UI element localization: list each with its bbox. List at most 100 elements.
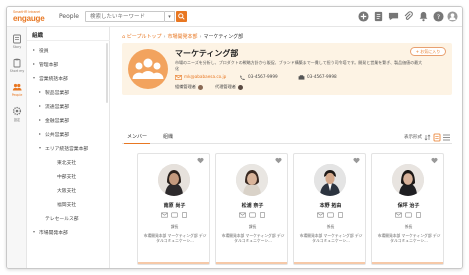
member-card[interactable]: 松浦 奈子 課長 市場開発本部 マーケティング部 デジタルコミュニケーシ... [215, 153, 288, 265]
phone-icon[interactable] [182, 212, 187, 218]
deputy-manager[interactable]: 代理管理者 [215, 84, 243, 90]
chat-icon[interactable] [249, 212, 256, 218]
team-icon [132, 58, 164, 79]
attachment-icon[interactable] [403, 11, 414, 22]
phone-icon [240, 74, 245, 80]
tree-item-label: テレセールス部 [45, 217, 79, 222]
sort-icon[interactable] [424, 134, 431, 141]
member-name: 松浦 奈子 [241, 203, 264, 209]
member-name: 南原 尚子 [163, 203, 186, 209]
grid-view-icon[interactable] [433, 133, 441, 142]
add-icon[interactable] [358, 11, 369, 22]
tree-item-label: 営業統括本部 [39, 77, 68, 82]
tree-item[interactable]: ▸ 公共営業部 [27, 127, 110, 141]
search-button[interactable] [176, 11, 187, 22]
mail-icon[interactable] [239, 212, 246, 218]
manager[interactable]: 組織管理者 [175, 84, 203, 90]
gear-icon [12, 106, 22, 116]
rail-item-story[interactable]: Story [7, 31, 27, 55]
tree-item-label: 福岡支社 [57, 203, 77, 208]
tree-item[interactable]: テレセールス部 [27, 211, 110, 225]
chat-icon[interactable] [405, 212, 412, 218]
member-department: 市場開発本部 マーケティング部 デジタルコミュニケーシ... [221, 233, 285, 243]
phone-icon[interactable] [338, 212, 343, 218]
card-accent [216, 262, 287, 264]
card-accent [138, 262, 209, 264]
rail-item-short-my[interactable]: Short my [7, 55, 27, 79]
tree-item[interactable]: 中部支社 [27, 169, 110, 183]
add-favorite-button[interactable]: + お気に入り [410, 47, 446, 56]
search-scope-label: People [59, 13, 79, 20]
tree-arrow: ▸ [33, 47, 36, 52]
avatar [392, 164, 424, 196]
mail-icon[interactable] [317, 212, 324, 218]
member-card[interactable]: 本野 拓由 係長 市場開発本部 マーケティング部 デジタルコミュニケーシ... [293, 153, 366, 265]
mail-icon[interactable] [395, 212, 402, 218]
tree-item[interactable]: ▸ 製品営業部 [27, 85, 110, 99]
tree-item[interactable]: ▾ 市場開発本部 [27, 225, 110, 239]
tree-item-label: 大阪支社 [57, 189, 77, 194]
people-icon [12, 83, 22, 91]
tree-item[interactable]: 東北支社 [27, 155, 110, 169]
tree-item[interactable]: 大阪支社 [27, 183, 110, 197]
chat-icon[interactable] [327, 212, 334, 218]
avatar-face [403, 173, 413, 185]
tree-item[interactable]: ▸ 管理本部 [27, 57, 110, 71]
tree-item[interactable]: ▾ エリア統括営業本部 [27, 141, 110, 155]
tab-organization[interactable]: 組織 [160, 133, 176, 144]
home-icon[interactable]: ⌂ [122, 34, 125, 40]
tree-item[interactable]: ▸ 金融営業部 [27, 113, 110, 127]
breadcrumb-parent[interactable]: 市場開発本部 [167, 34, 197, 40]
heart-icon[interactable] [431, 157, 438, 164]
member-department: 市場開発本部 マーケティング部 デジタルコミュニケーシ... [143, 233, 207, 243]
main-content: ⌂ ピープルトップ › 市場開発本部 › マーケティング部 マーケティング部 + お気に… [110, 27, 462, 268]
heart-icon[interactable] [353, 157, 360, 164]
card-accent [372, 262, 443, 264]
document-icon[interactable] [373, 11, 384, 22]
tree-item[interactable]: ▾ 営業統括本部 [27, 71, 110, 85]
avatar-face [169, 173, 179, 185]
top-bar: SmartHR Intranet engauge People ▾ ? [7, 7, 462, 27]
avatar [158, 164, 190, 196]
heart-icon[interactable] [197, 157, 204, 164]
avatar-face [325, 172, 335, 185]
view-toggle [424, 133, 450, 142]
department-fax: 03-4567-9998 [298, 74, 337, 80]
tree-item-label: エリア統括営業本部 [45, 147, 89, 152]
rail-item-people[interactable]: People [7, 79, 27, 103]
avatar [236, 164, 268, 196]
chat-icon[interactable] [388, 11, 399, 22]
org-tree: 組織 ▸ 役員 ▸ 管理本部 ▾ 営業統括本部 ▸ 製品営業部 ▸ 流通営業部 ▸ 金融営業… [27, 27, 110, 268]
card-accent [294, 262, 365, 264]
mail-icon[interactable] [161, 212, 168, 218]
tab-members[interactable]: メンバー [124, 133, 151, 144]
search-input[interactable] [85, 11, 165, 22]
tree-item[interactable]: ▸ 流通営業部 [27, 99, 110, 113]
tree-item-label: 東北支社 [57, 161, 77, 166]
heart-icon[interactable] [275, 157, 282, 164]
tree-item-label: 市場開発本部 [39, 231, 68, 236]
bell-icon[interactable] [418, 11, 429, 22]
clipboard-icon [13, 58, 21, 68]
contact-icons [395, 212, 421, 218]
department-email[interactable]: mk@ababaesa.co.jp [175, 74, 226, 80]
phone-icon[interactable] [416, 212, 421, 218]
list-view-icon[interactable] [443, 134, 450, 141]
help-icon[interactable]: ? [433, 11, 444, 22]
rail-item-settings[interactable]: 設定 [7, 103, 27, 127]
tree-item[interactable]: ▸ 役員 [27, 43, 110, 57]
user-avatar-icon[interactable] [447, 11, 458, 22]
breadcrumb-home[interactable]: ピープルトップ [127, 34, 162, 40]
tree-item[interactable]: 福岡支社 [27, 197, 110, 211]
member-card[interactable]: 保坪 治子 係長 市場開発本部 マーケティング部 デジタルコミュニケーシ... [371, 153, 444, 265]
phone-icon[interactable] [260, 212, 265, 218]
search-icon [178, 13, 185, 20]
member-role: 係長 [404, 224, 413, 229]
contact-icons [317, 212, 343, 218]
svg-text:?: ? [437, 13, 440, 21]
chat-icon[interactable] [171, 212, 178, 218]
chevron-down-icon[interactable]: ▾ [165, 11, 175, 22]
app-logo[interactable]: SmartHR Intranet engauge [13, 10, 45, 24]
member-card[interactable]: 南原 尚子 課長 市場開発本部 マーケティング部 デジタルコミュニケーシ... [137, 153, 210, 265]
app-window: SmartHR Intranet engauge People ▾ ? Stor… [6, 6, 463, 269]
